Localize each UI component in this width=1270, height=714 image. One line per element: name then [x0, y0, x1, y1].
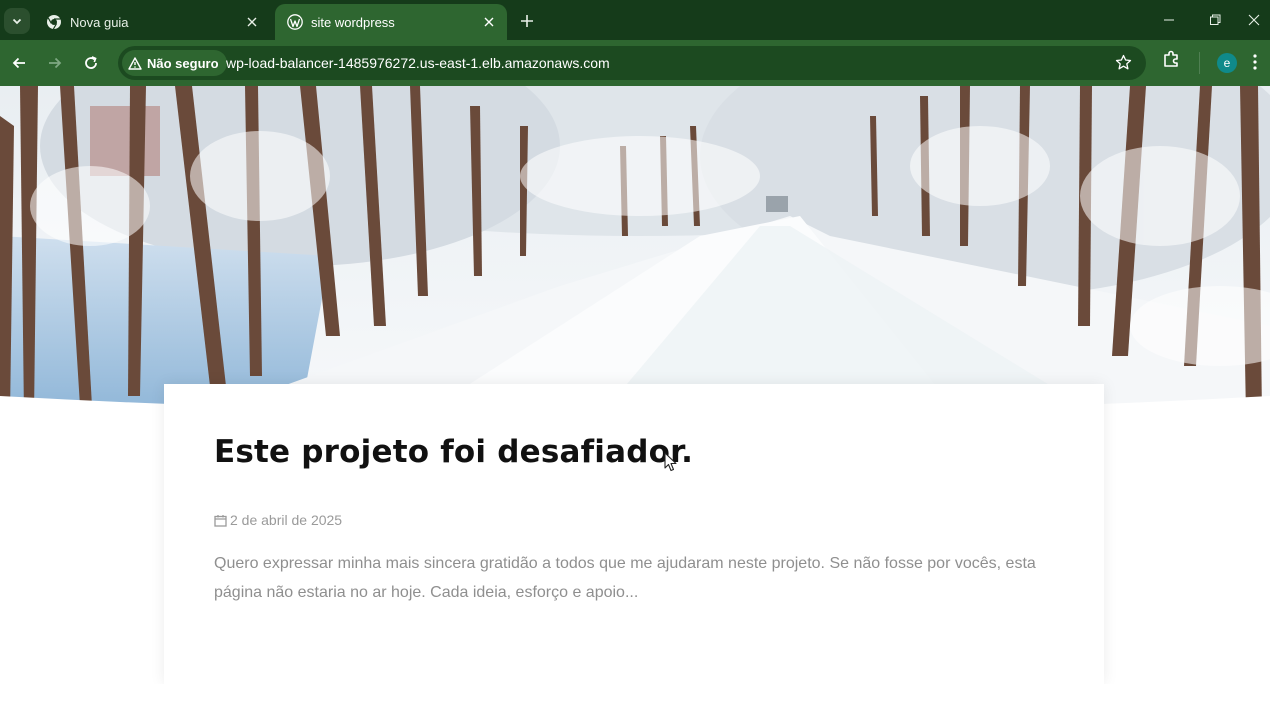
puzzle-icon — [1164, 50, 1178, 67]
tab-title: site wordpress — [311, 14, 395, 30]
address-bar[interactable]: Não seguro wp-load-balancer-1485976272.u… — [118, 46, 1146, 80]
arrow-left-icon — [12, 57, 25, 69]
reload-icon — [85, 56, 97, 69]
post-date-text[interactable]: 2 de abril de 2025 — [230, 512, 342, 528]
hero-image — [0, 86, 1270, 416]
bookmark-button[interactable] — [1115, 54, 1132, 76]
more-vert-icon — [1253, 54, 1257, 70]
close-icon — [1248, 14, 1260, 26]
back-button[interactable] — [5, 49, 33, 77]
calendar-icon — [214, 514, 227, 527]
new-tab-button[interactable] — [514, 8, 540, 34]
warning-icon — [128, 56, 142, 70]
star-icon — [1115, 54, 1132, 70]
restore-button[interactable] — [1192, 0, 1238, 40]
snowy-forest-path-image — [0, 86, 1270, 416]
tab-title: Nova guia — [70, 14, 129, 30]
minimize-button[interactable] — [1146, 0, 1192, 40]
security-label: Não seguro — [147, 55, 219, 71]
tab-strip: Nova guia site wordpress — [0, 0, 1270, 40]
post-card: Este projeto foi desafiador. 2 de abril … — [164, 384, 1104, 684]
mouse-cursor-icon — [664, 452, 677, 472]
toolbar-divider — [1199, 52, 1200, 74]
plus-icon — [521, 15, 533, 27]
chrome-icon — [47, 15, 61, 30]
wordpress-icon — [287, 14, 303, 30]
forward-button[interactable] — [41, 49, 69, 77]
tab-search-button[interactable] — [4, 8, 30, 34]
security-indicator[interactable]: Não seguro — [122, 50, 227, 76]
minimize-icon — [1164, 19, 1174, 21]
restore-icon — [1210, 14, 1221, 25]
tab-site-wordpress[interactable]: site wordpress — [275, 4, 507, 40]
browser-toolbar: Não seguro wp-load-balancer-1485976272.u… — [0, 40, 1270, 86]
arrow-right-icon — [49, 57, 62, 69]
close-tab-icon[interactable] — [244, 14, 260, 30]
profile-avatar[interactable]: e — [1217, 53, 1237, 73]
tab-nova-guia[interactable]: Nova guia — [34, 4, 270, 40]
close-window-button[interactable] — [1238, 0, 1270, 40]
close-tab-icon[interactable] — [481, 14, 497, 30]
reload-button[interactable] — [77, 49, 105, 77]
post-date: 2 de abril de 2025 — [214, 512, 342, 528]
url-text[interactable]: wp-load-balancer-1485976272.us-east-1.el… — [226, 55, 610, 71]
chevron-down-icon — [12, 18, 22, 25]
menu-button[interactable] — [1252, 52, 1258, 77]
page-bottom — [0, 684, 1270, 714]
post-title[interactable]: Este projeto foi desafiador. — [214, 434, 693, 470]
extensions-button[interactable] — [1162, 49, 1182, 74]
post-excerpt: Quero expressar minha mais sincera grati… — [214, 555, 1036, 601]
